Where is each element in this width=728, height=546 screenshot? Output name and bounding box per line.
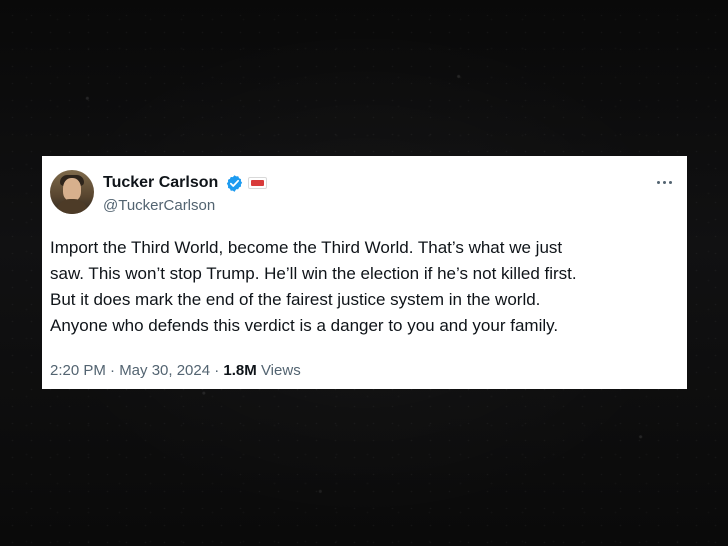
affiliate-badge-icon xyxy=(248,177,267,189)
views-label: Views xyxy=(260,362,301,379)
tweet-text-line: saw. This won’t stop Trump. He’ll win th… xyxy=(50,264,577,283)
verified-badge-icon xyxy=(226,175,243,192)
more-dot xyxy=(663,181,666,184)
tweet-text-line: Anyone who defends this verdict is a dan… xyxy=(50,316,559,335)
tweet-meta: 2:20 PM · May 30, 2024 · 1.8M Views xyxy=(50,362,301,380)
tweet-text-line: Import the Third World, become the Third… xyxy=(50,238,563,257)
display-name[interactable]: Tucker Carlson xyxy=(103,173,218,193)
more-icon[interactable] xyxy=(655,175,675,189)
tweet-text-line: But it does mark the end of the fairest … xyxy=(50,290,541,309)
username[interactable]: @TuckerCarlson xyxy=(103,197,215,215)
avatar-jacket xyxy=(56,199,88,214)
more-dot xyxy=(657,181,660,184)
views-count: 1.8M xyxy=(223,362,257,379)
more-dot xyxy=(669,181,672,184)
profile-avatar[interactable] xyxy=(50,170,94,214)
timestamp[interactable]: 2:20 PM · May 30, 2024 · xyxy=(50,362,219,379)
avatar-face xyxy=(63,178,81,201)
